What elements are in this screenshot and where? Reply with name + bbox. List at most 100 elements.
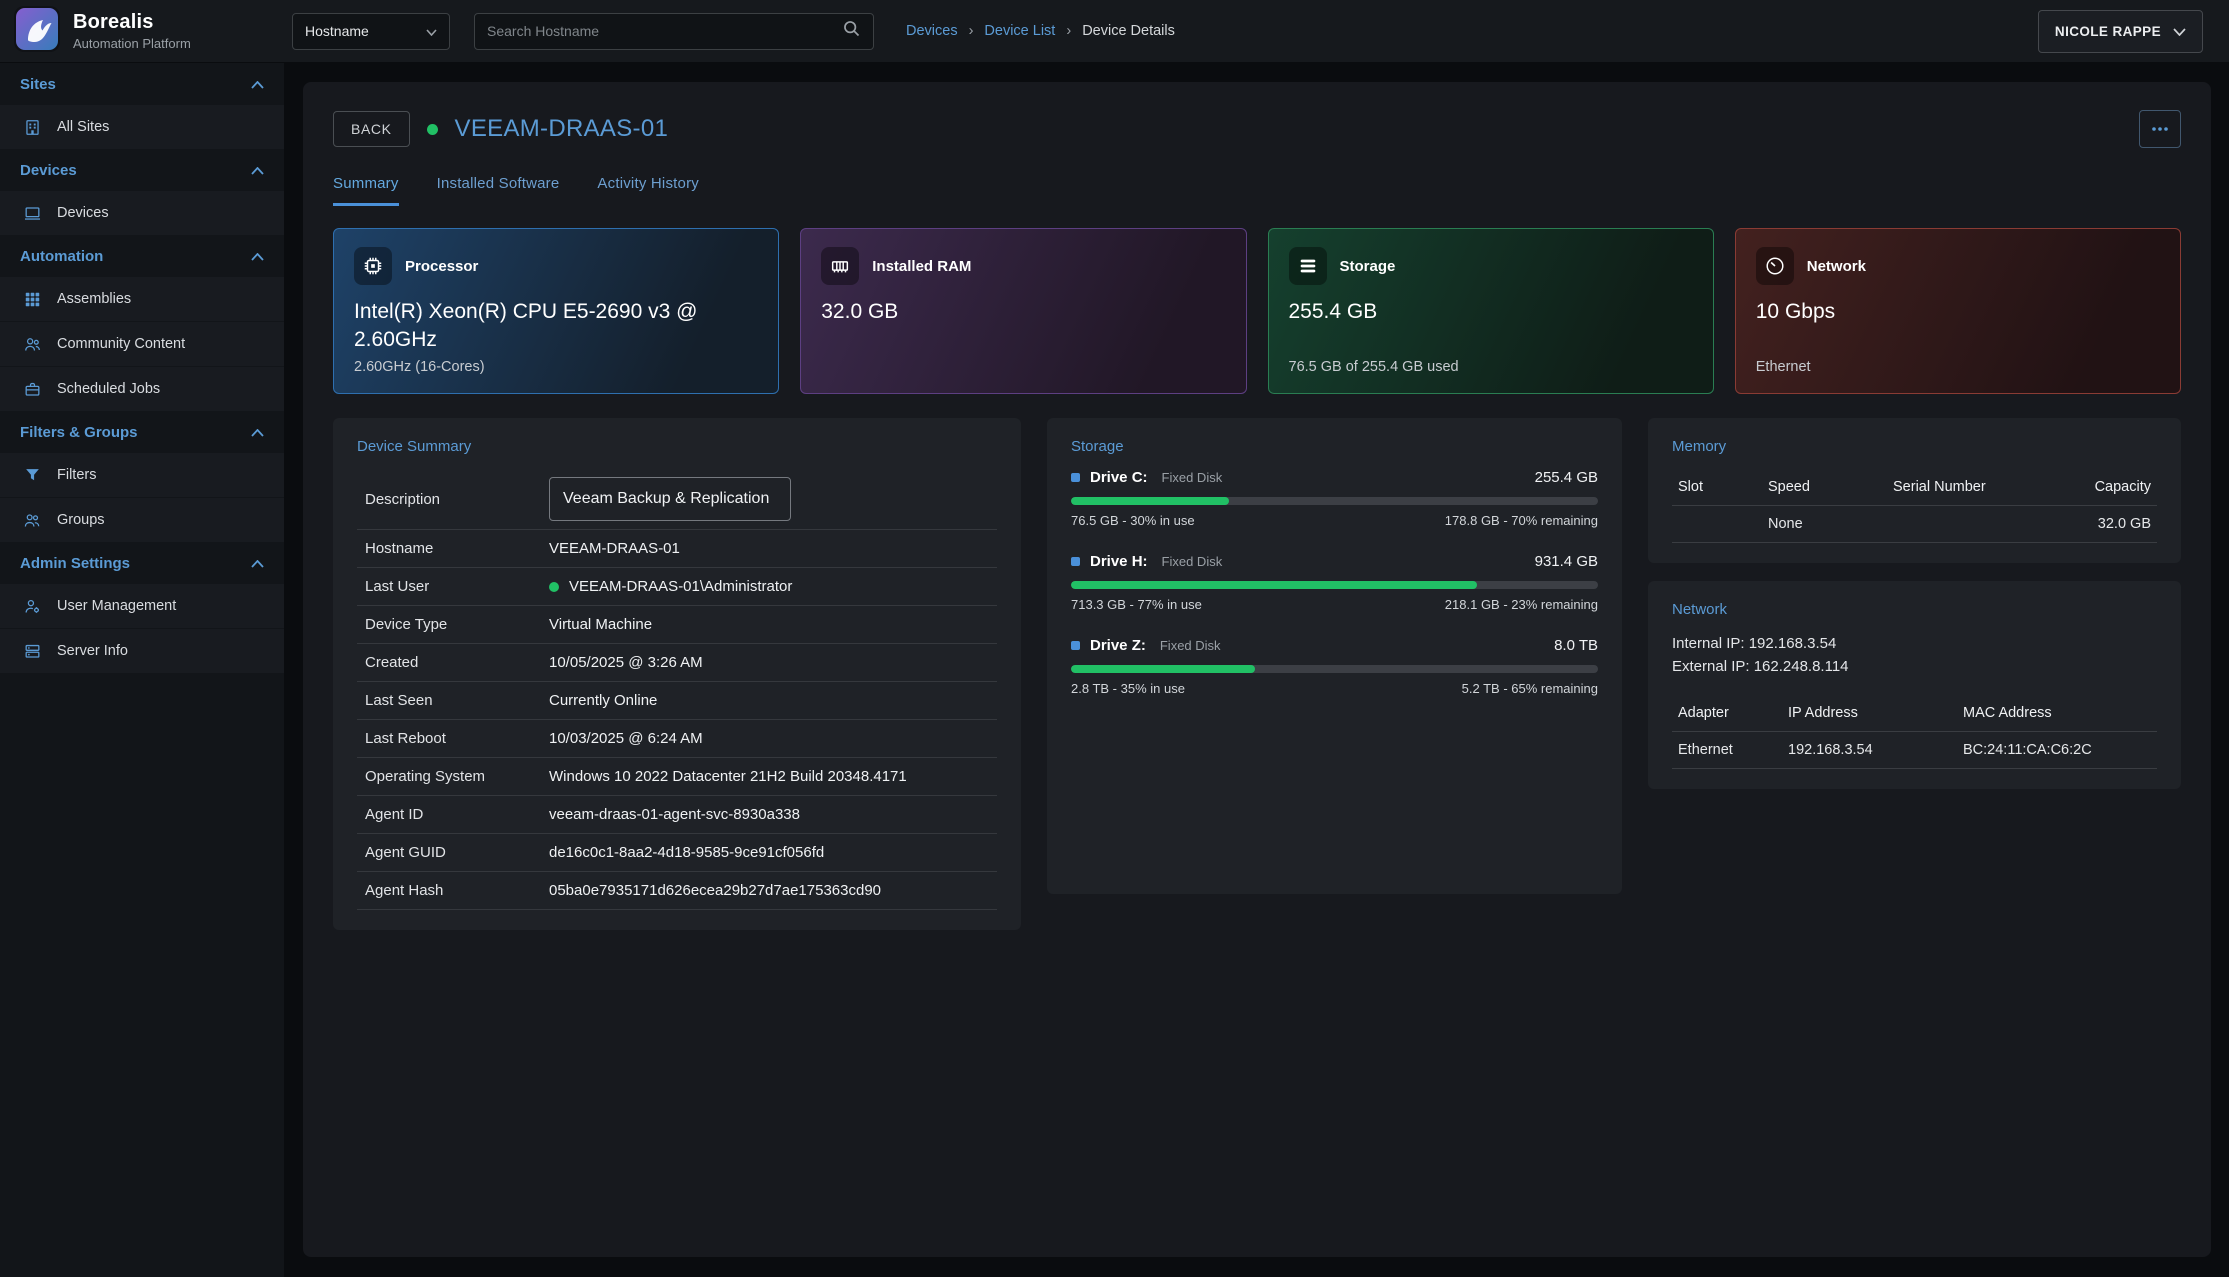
brand-name: Borealis — [73, 11, 191, 34]
breadcrumb-device-details: Device Details — [1082, 23, 1175, 39]
tab-summary[interactable]: Summary — [333, 175, 399, 206]
people-icon — [22, 334, 42, 354]
description-input[interactable] — [549, 477, 791, 521]
sidebar-section-admin-settings[interactable]: Admin Settings — [0, 542, 284, 584]
server-icon — [22, 641, 42, 661]
drive-c-progress — [1071, 497, 1598, 505]
top-bar: Borealis Automation Platform Hostname De… — [0, 0, 2229, 63]
device-summary-panel: Device Summary Description Hostname VEEA… — [333, 418, 1021, 930]
building-icon — [22, 117, 42, 137]
ram-card: Installed RAM 32.0 GB — [800, 228, 1246, 394]
sidebar-section-filters-groups[interactable]: Filters & Groups — [0, 411, 284, 453]
brand-subtitle: Automation Platform — [73, 36, 191, 51]
sidebar-item-server-info[interactable]: Server Info — [0, 628, 284, 673]
caret-down-icon — [426, 23, 437, 39]
processor-footer: 2.60GHz (16-Cores) — [354, 359, 758, 375]
summary-row-agent-hash: Agent Hash 05ba0e7935171d626ecea29b27d7a… — [357, 872, 997, 910]
summary-row-description: Description — [357, 469, 997, 530]
summary-row-agent-guid: Agent GUID de16c0c1-8aa2-4d18-9585-9ce91… — [357, 834, 997, 872]
grid-icon — [22, 289, 42, 309]
tabs: Summary Installed Software Activity Hist… — [333, 175, 2181, 206]
user-gear-icon — [22, 596, 42, 616]
network-footer: Ethernet — [1756, 359, 2160, 375]
stat-cards: Processor Intel(R) Xeon(R) CPU E5-2690 v… — [333, 228, 2181, 394]
network-value: 10 Gbps — [1756, 298, 2160, 326]
memory-table-header: Slot Speed Serial Number Capacity — [1672, 469, 2157, 506]
drive-bullet-icon — [1071, 473, 1080, 482]
disks-icon — [1289, 247, 1327, 285]
sidebar-item-groups[interactable]: Groups — [0, 497, 284, 542]
breadcrumb-device-list[interactable]: Device List — [984, 23, 1055, 39]
sidebar-item-user-management[interactable]: User Management — [0, 584, 284, 628]
chevron-up-icon — [251, 555, 264, 572]
search-input[interactable] — [487, 23, 842, 39]
breadcrumb-devices[interactable]: Devices — [906, 23, 958, 39]
page-title: VEEAM-DRAAS-01 — [455, 115, 669, 143]
storage-footer: 76.5 GB of 255.4 GB used — [1289, 359, 1693, 375]
search-icon[interactable] — [842, 19, 861, 43]
sidebar-section-devices[interactable]: Devices — [0, 149, 284, 191]
user-online-dot — [549, 582, 559, 592]
tab-activity-history[interactable]: Activity History — [597, 175, 699, 206]
search-field-dropdown[interactable]: Hostname — [292, 13, 450, 50]
funnel-icon — [22, 465, 42, 485]
sidebar-section-sites[interactable]: Sites — [0, 63, 284, 105]
more-actions-button[interactable] — [2139, 110, 2181, 148]
chevron-up-icon — [251, 424, 264, 441]
network-table-row: Ethernet 192.168.3.54 BC:24:11:CA:C6:2C — [1672, 732, 2157, 769]
brand-text: Borealis Automation Platform — [73, 11, 191, 51]
memory-table-row: None 32.0 GB — [1672, 506, 2157, 543]
internal-ip: Internal IP: 192.168.3.54 — [1672, 632, 2157, 655]
sidebar-item-community-content[interactable]: Community Content — [0, 321, 284, 366]
breadcrumb-separator: › — [969, 23, 974, 39]
page-header: BACK VEEAM-DRAAS-01 — [333, 110, 2181, 148]
summary-row-os: Operating System Windows 10 2022 Datacen… — [357, 758, 997, 796]
back-button[interactable]: BACK — [333, 111, 410, 147]
sidebar-item-scheduled-jobs[interactable]: Scheduled Jobs — [0, 366, 284, 411]
storage-card: Storage 255.4 GB 76.5 GB of 255.4 GB use… — [1268, 228, 1714, 394]
drive-z-progress — [1071, 665, 1598, 673]
sidebar-item-filters[interactable]: Filters — [0, 453, 284, 497]
ram-value: 32.0 GB — [821, 298, 1225, 326]
right-column: Memory Slot Speed Serial Number Capacity… — [1648, 418, 2181, 789]
chevron-up-icon — [251, 76, 264, 93]
external-ip: External IP: 162.248.8.114 — [1672, 655, 2157, 678]
storage-value: 255.4 GB — [1289, 298, 1693, 326]
main-area: BACK VEEAM-DRAAS-01 Summary Installed So… — [284, 63, 2229, 1277]
network-card: Network 10 Gbps Ethernet — [1735, 228, 2181, 394]
storage-panel: Storage Drive C: Fixed Disk 255.4 GB 76.… — [1047, 418, 1622, 894]
borealis-logo-icon — [14, 6, 60, 57]
drive-h-progress — [1071, 581, 1598, 589]
sidebar-section-automation[interactable]: Automation — [0, 235, 284, 277]
sidebar-item-devices[interactable]: Devices — [0, 191, 284, 235]
drive-bullet-icon — [1071, 641, 1080, 650]
cpu-icon — [354, 247, 392, 285]
breadcrumb-separator: › — [1066, 23, 1071, 39]
chevron-up-icon — [251, 248, 264, 265]
monitor-icon — [22, 203, 42, 223]
network-table-header: Adapter IP Address MAC Address — [1672, 695, 2157, 732]
summary-row-last-reboot: Last Reboot 10/03/2025 @ 6:24 AM — [357, 720, 997, 758]
summary-row-agent-id: Agent ID veeam-draas-01-agent-svc-8930a3… — [357, 796, 997, 834]
user-name: NICOLE RAPPE — [2055, 24, 2161, 39]
ram-icon — [821, 247, 859, 285]
briefcase-icon — [22, 379, 42, 399]
processor-value: Intel(R) Xeon(R) CPU E5-2690 v3 @ 2.60GH… — [354, 298, 758, 353]
sidebar-item-all-sites[interactable]: All Sites — [0, 105, 284, 149]
search-field-dropdown-value: Hostname — [305, 23, 369, 39]
drive-bullet-icon — [1071, 557, 1080, 566]
drive-z: Drive Z: Fixed Disk 8.0 TB 2.8 TB - 35% … — [1071, 637, 1598, 696]
groups-icon — [22, 510, 42, 530]
sidebar-item-assemblies[interactable]: Assemblies — [0, 277, 284, 321]
summary-row-last-seen: Last Seen Currently Online — [357, 682, 997, 720]
brand: Borealis Automation Platform — [0, 6, 284, 57]
drive-h: Drive H: Fixed Disk 931.4 GB 713.3 GB - … — [1071, 553, 1598, 612]
summary-row-hostname: Hostname VEEAM-DRAAS-01 — [357, 530, 997, 568]
sidebar: Sites All Sites Devices Devices Automati… — [0, 63, 284, 1277]
tab-installed-software[interactable]: Installed Software — [437, 175, 560, 206]
user-menu-button[interactable]: NICOLE RAPPE — [2038, 10, 2203, 53]
network-panel: Network Internal IP: 192.168.3.54 Extern… — [1648, 581, 2181, 789]
chevron-up-icon — [251, 162, 264, 179]
memory-panel: Memory Slot Speed Serial Number Capacity… — [1648, 418, 2181, 563]
online-status-dot — [427, 124, 438, 135]
